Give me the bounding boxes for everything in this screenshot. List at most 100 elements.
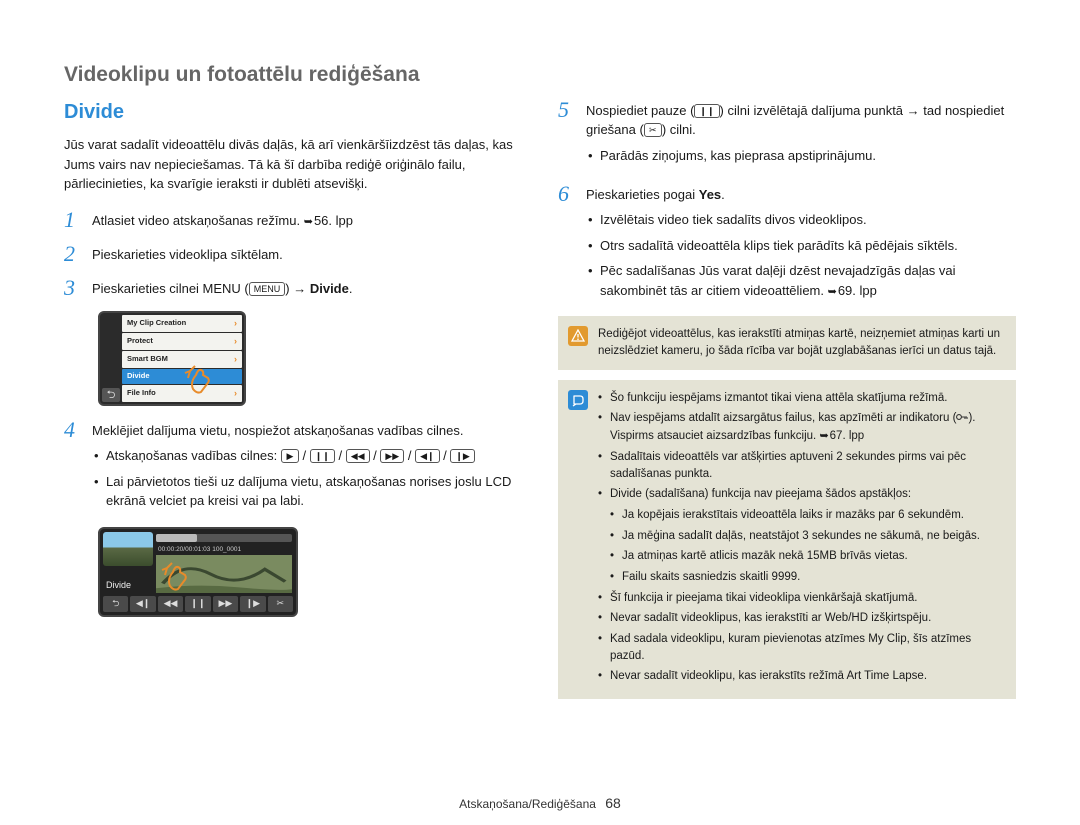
rewind-icon: ◀◀ [346,449,370,463]
info-item: Divide (sadalīšana) funkcija nav pieejam… [598,486,1002,585]
cut-icon: ✂ [644,123,662,137]
step-text: Meklējiet dalījuma vietu, nospiežot atsk… [92,423,463,438]
step-num: 4 [64,418,82,442]
content-columns: Divide Jūs varat sadalīt videoattēlu div… [64,98,1016,699]
info-note: Šo funkciju iespējams izmantot tikai vie… [558,380,1016,699]
touch-hand-icon [182,363,222,403]
info-item: Nevar sadalīt videoklipus, kas ierakstīt… [598,610,1002,627]
period: . [721,187,725,202]
sub-bullet: Atskaņošanas vadības cilnes: ▶ / ❙❙ / ◀◀… [92,446,522,466]
warning-text: Rediģējot videoattēlus, kas ierakstīti a… [598,326,1002,359]
sub-bullet: Izvēlētais video tiek sadalīts divos vid… [586,210,1016,230]
divide-label: Divide [310,281,349,296]
progress-bar [156,534,292,542]
info-icon [568,390,588,410]
frame-forward-icon: ❙▶ [450,449,474,463]
menu-left-strip: ⮌ [102,315,120,402]
forward-icon: ▶▶ [380,449,404,463]
menu-item-label: Divide [127,371,150,382]
section-title: Divide [64,98,522,127]
forward-icon: ▶▶ [213,596,238,612]
nested-list: Ja kopējais ierakstītais videoattēla lai… [610,507,1002,586]
sub-bullets: Parādās ziņojums, kas pieprasa apstiprin… [586,146,1016,166]
rewind-icon: ◀◀ [158,596,183,612]
step-body: Meklējiet dalījuma vietu, nospiežot atsk… [92,418,522,517]
info-item: Sadalītais videoattēls var atšķirties ap… [598,449,1002,482]
step-body: Nospiediet pauze (❙❙) cilni izvēlētajā d… [586,98,1016,171]
warning-note: Rediģējot videoattēlus, kas ierakstīti a… [558,316,1016,369]
sub-bullet: Lai pārvietotos tieši uz dalījuma vietu,… [92,472,522,511]
play-icon: ▶ [281,449,299,463]
chevron-right-icon: › [234,353,237,366]
back-icon: ⮌ [103,596,128,612]
cut-icon: ✂ [268,596,293,612]
menu-item-label: File Info [127,388,156,399]
arrow-icon: → [293,281,306,296]
page-title: Videoklipu un fotoattēlu rediģēšana [64,60,1016,90]
step-6: 6 Pieskarieties pogai Yes. Izvēlētais vi… [558,182,1016,307]
sub-text: Atskaņošanas vadības cilnes: [106,448,277,463]
timeline-screenshot: 00:00:20/00:01:03 100_0001 Divide ⮌ ◀❙ ◀… [98,527,298,617]
sub-bullets: Atskaņošanas vadības cilnes: ▶ / ❙❙ / ◀◀… [92,446,522,511]
pause-icon: ❙❙ [310,449,335,463]
arrow-icon: → [907,103,920,118]
timeline-controls: ⮌ ◀❙ ◀◀ ❙❙ ▶▶ ❙▶ ✂ [103,596,293,612]
sub-bullet: Otrs sadalītā videoattēla klips tiek par… [586,236,1016,256]
step-text: ) cilni izvēlētajā dalījuma punktā [720,103,907,118]
sub-bullets: Izvēlētais video tiek sadalīts divos vid… [586,210,1016,300]
page-footer: Atskaņošana/Rediģēšana 68 [0,793,1080,813]
chevron-right-icon: › [234,317,237,330]
video-thumbnail [103,532,153,566]
step-text: Atlasiet video atskaņošanas režīmu. [92,213,304,228]
nested-item: Ja mēģina sadalīt daļās, neatstājot 3 se… [610,528,1002,545]
step-body: Pieskarieties cilnei MENU (MENU) → Divid… [92,276,522,299]
chevron-right-icon: › [234,387,237,400]
info-list: Šo funkciju iespējams izmantot tikai vie… [598,390,1002,689]
step-text: ) cilni. [662,122,696,137]
info-item: Kad sadala videoklipu, kuram pievienotas… [598,631,1002,664]
nested-item: Ja kopējais ierakstītais videoattēla lai… [610,507,1002,524]
page-ref: 56. lpp [304,212,353,231]
right-column: 5 Nospiediet pauze (❙❙) cilni izvēlētajā… [558,98,1016,699]
frame-back-icon: ◀❙ [415,449,439,463]
page-number: 68 [605,795,621,811]
step-3: 3 Pieskarieties cilnei MENU (MENU) → Div… [64,276,522,300]
divide-label: Divide [106,579,131,592]
step-num: 1 [64,208,82,232]
info-item: Nav iespējams atdalīt aizsargātus failus… [598,410,1002,445]
step-text: Pieskarieties cilnei MENU ( [92,281,249,296]
step-4: 4 Meklējiet dalījuma vietu, nospiežot at… [64,418,522,517]
info-text: Nav iespējams atdalīt aizsargātus failus… [610,412,956,424]
sub-bullet: Pēc sadalīšanas Jūs varat daļēji dzēst n… [586,261,1016,300]
info-text: Divide (sadalīšana) funkcija nav pieejam… [610,488,911,500]
menu-item: My Clip Creation › [122,315,242,332]
step-num: 3 [64,276,82,300]
step-num: 6 [558,182,576,206]
page-ref: 67. lpp [819,428,864,445]
frame-back-icon: ◀❙ [130,596,155,612]
frame-forward-icon: ❙▶ [240,596,265,612]
step-num: 2 [64,242,82,266]
menu-panel: ⮌ My Clip Creation › Protect › Smart BGM › … [98,311,246,406]
back-icon: ⮌ [102,388,120,402]
menu-list: My Clip Creation › Protect › Smart BGM › Di… [122,315,242,402]
step-body: Pieskarieties videoklipa sīktēlam. [92,242,522,265]
menu-screenshot: ⮌ My Clip Creation › Protect › Smart BGM › … [98,311,522,406]
warning-icon [568,326,588,346]
step-body: Atlasiet video atskaņošanas režīmu. 56. … [92,208,522,231]
footer-text: Atskaņošana/Rediģēšana [459,797,596,811]
step-5: 5 Nospiediet pauze (❙❙) cilni izvēlētajā… [558,98,1016,171]
sub-bullet: Parādās ziņojums, kas pieprasa apstiprin… [586,146,1016,166]
nested-item: Failu skaits sasniedzis skaitli 9999. [610,569,1002,586]
chevron-right-icon: › [234,335,237,348]
menu-item-label: Smart BGM [127,354,168,365]
menu-item: Protect › [122,333,242,350]
menu-item-label: Protect [127,336,153,347]
step-body: Pieskarieties pogai Yes. Izvēlētais vide… [586,182,1016,307]
page-ref: 69. lpp [828,281,877,301]
menu-key-icon: MENU [249,282,286,296]
step-2: 2 Pieskarieties videoklipa sīktēlam. [64,242,522,266]
step-1: 1 Atlasiet video atskaņošanas režīmu. 56… [64,208,522,232]
menu-item-label: My Clip Creation [127,318,186,329]
key-lock-icon [956,411,968,428]
